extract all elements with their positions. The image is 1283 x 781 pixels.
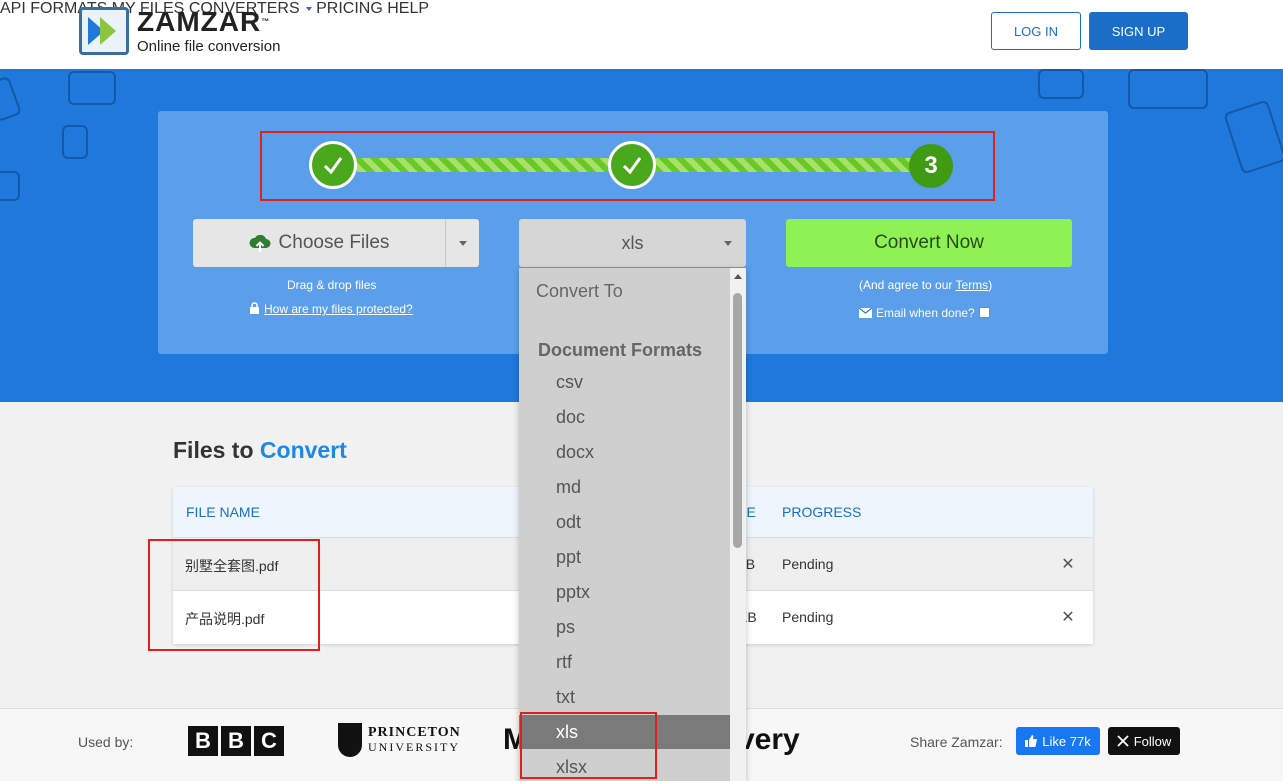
dropdown-option[interactable]: ps (519, 610, 730, 644)
remove-file-button[interactable]: ✕ (1056, 552, 1080, 576)
convert-now-button[interactable]: Convert Now (786, 219, 1072, 267)
file-protection-hint: How are my files protected? (249, 302, 413, 316)
logo-trademark: ™ (261, 16, 270, 26)
share-label: Share Zamzar: (910, 734, 1003, 750)
choose-files-button[interactable]: Choose Files (193, 219, 445, 267)
phone-doodle-icon (0, 75, 23, 123)
dropdown-option[interactable]: odt (519, 505, 730, 539)
scroll-up-icon[interactable] (734, 274, 742, 279)
facebook-like-button[interactable]: Like 77k (1016, 727, 1100, 755)
file-progress: Pending (782, 609, 834, 625)
bbc-logo: B B C (188, 726, 287, 756)
logo-tagline: Online file conversion (137, 37, 281, 55)
files-title-prefix: Files to (173, 437, 254, 463)
zamzar-logo[interactable]: ZAMZAR™ Online file conversion (79, 7, 280, 55)
dropdown-option[interactable]: ppt (519, 540, 730, 574)
dropdown-option[interactable]: docx (519, 435, 730, 469)
follow-label: Follow (1133, 733, 1172, 749)
file-doodle-icon (62, 125, 88, 159)
folder-doodle-icon (1038, 69, 1084, 99)
bbc-letter: B (221, 726, 251, 756)
scrollbar-thumb[interactable] (733, 293, 742, 548)
column-file-name: FILE NAME (186, 504, 260, 520)
dropdown-option[interactable]: doc (519, 400, 730, 434)
login-button[interactable]: LOG IN (991, 12, 1081, 50)
drag-drop-hint: Drag & drop files (287, 278, 377, 292)
shield-icon (338, 723, 362, 757)
dropdown-header: Convert To (536, 281, 623, 301)
partial-logo-very: very (738, 723, 800, 756)
remove-file-button[interactable]: ✕ (1056, 605, 1080, 629)
format-select[interactable]: xls (519, 219, 746, 267)
nav-api[interactable]: API (0, 0, 26, 17)
dropdown-option[interactable]: rtf (519, 645, 730, 679)
file-progress: Pending (782, 556, 834, 572)
nav-help[interactable]: HELP (387, 0, 429, 17)
princeton-logo: PRINCETON UNIVERSITY (338, 723, 461, 757)
email-label: Email when done? (876, 306, 975, 320)
dropdown-option[interactable]: pptx (519, 575, 730, 609)
file-names-highlight-box (148, 539, 320, 651)
dropdown-option[interactable]: csv (519, 365, 730, 399)
dropdown-option[interactable]: txt (519, 680, 730, 714)
dropdown-scrollbar[interactable] (730, 268, 746, 781)
used-by-label: Used by: (78, 734, 134, 750)
format-dropdown-list[interactable]: Convert To Document Formats csv doc docx md… (519, 268, 746, 781)
x-logo-icon (1117, 735, 1129, 747)
signup-button[interactable]: SIGN UP (1089, 12, 1188, 50)
caret-down-icon (458, 240, 467, 246)
logo-arrows-icon (79, 7, 129, 55)
dropdown-option[interactable]: md (519, 470, 730, 504)
princeton-line-2: UNIVERSITY (368, 740, 460, 754)
upload-options-toggle[interactable] (445, 219, 479, 267)
like-label: Like 77k (1042, 733, 1091, 749)
site-header: ZAMZAR™ Online file conversion API FORMA… (0, 0, 1283, 69)
files-title-accent: Convert (259, 437, 347, 463)
terms-link[interactable]: Terms (956, 278, 989, 292)
pencil-doodle-icon (1223, 99, 1283, 175)
logo-name: ZAMZAR (137, 5, 262, 37)
steps-highlight-box (260, 131, 995, 201)
choose-files-split-button: Choose Files (193, 219, 479, 267)
x-follow-button[interactable]: Follow (1108, 727, 1180, 755)
xls-highlight-box (520, 712, 657, 779)
terms-prefix: (And agree to our (859, 278, 956, 292)
caret-down-icon (305, 6, 312, 11)
envelope-icon (858, 307, 873, 318)
princeton-line-1: PRINCETON (368, 725, 461, 740)
caret-down-icon (724, 241, 732, 246)
files-section-title: Files to Convert (173, 437, 347, 464)
video-doodle-icon (68, 71, 116, 105)
camera-doodle-icon (0, 171, 20, 201)
bbc-letter: B (188, 726, 218, 756)
bbc-letter: C (254, 726, 284, 756)
dropdown-group-label: Document Formats (538, 340, 703, 360)
format-select-value: xls (621, 232, 644, 253)
choose-files-label: Choose Files (278, 232, 390, 253)
terms-notice: (And agree to our Terms) (859, 278, 992, 292)
terms-suffix: ) (988, 278, 993, 292)
file-protection-link[interactable]: How are my files protected? (264, 302, 413, 316)
column-progress: PROGRESS (782, 504, 862, 520)
email-when-done: Email when done? (858, 306, 990, 320)
email-checkbox[interactable] (978, 307, 990, 318)
lock-icon (250, 302, 259, 314)
thumbs-up-icon (1025, 735, 1038, 747)
nav-pricing[interactable]: PRICING (316, 0, 383, 17)
laptop-doodle-icon (1128, 69, 1208, 109)
cloud-upload-icon (249, 234, 271, 252)
